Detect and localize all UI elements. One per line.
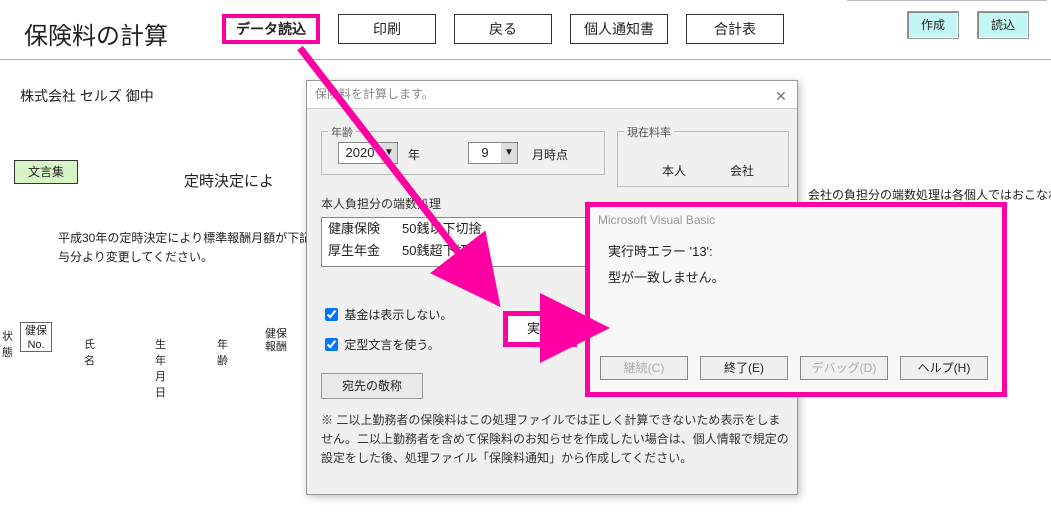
chevron-down-icon[interactable]: ▼ <box>501 143 517 163</box>
toolbar: データ読込 印刷 戻る 個人通知書 合計表 <box>222 14 784 44</box>
hide-fund-checkbox[interactable]: 基金は表示しない。 <box>321 305 452 324</box>
rate-col-self: 本人 <box>662 162 686 179</box>
total-table-button[interactable]: 合計表 <box>686 14 784 44</box>
chevron-down-icon[interactable]: ▼ <box>381 143 397 163</box>
col-name: 氏名 <box>84 336 95 368</box>
month-suffix: 月時点 <box>532 146 568 163</box>
col-age: 年齢 <box>217 336 228 368</box>
page-title: 保険料の計算 <box>24 16 168 51</box>
error-line1: 実行時エラー '13': <box>608 239 984 265</box>
list-item-key: 厚生年金 <box>322 240 402 262</box>
addressee-text: 株式会社 セルズ 御中 <box>20 86 154 106</box>
debug-button[interactable]: デバッグ(D) <box>800 356 888 380</box>
app-header: 保険料の計算 データ読込 印刷 戻る 個人通知書 合計表 作成 読込 <box>0 0 1051 60</box>
back-button[interactable]: 戻る <box>454 14 552 44</box>
col-birth: 生年月日 <box>155 336 166 400</box>
side-buttons: 作成 読込 <box>907 11 1029 39</box>
year-suffix: 年 <box>408 146 420 163</box>
help-button[interactable]: ヘルプ(H) <box>900 356 988 380</box>
month-dropdown[interactable]: 9 ▼ <box>468 142 518 164</box>
year-dropdown[interactable]: 2020 ▼ <box>338 142 398 164</box>
hide-fund-label: 基金は表示しない。 <box>344 308 452 322</box>
month-value: 9 <box>469 143 501 163</box>
execute-button[interactable]: 実行 <box>503 311 577 347</box>
message-prefix: 定時決定によ <box>184 170 274 191</box>
right-side-note: 会社の負担分の端数処理は各個人ではおこなれ <box>808 186 1051 203</box>
addressee-title-button[interactable]: 宛先の敬称 <box>321 373 423 399</box>
close-icon[interactable]: ✕ <box>769 83 793 107</box>
year-value: 2020 <box>339 143 381 163</box>
dialog-footnote: ※ 二以上勤務者の保険料はこの処理ファイルでは正しく計算できないため表示をしませ… <box>321 411 789 469</box>
use-template-checkbox[interactable]: 定型文言を使う。 <box>321 335 440 354</box>
year-group-label: 年齢 <box>328 124 356 140</box>
side-box: 作成 読込 <box>847 0 1047 46</box>
rate-group: 現在料率 本人 会社 <box>617 131 789 187</box>
list-item[interactable]: 厚生年金 50銭超下切捨 <box>322 240 604 262</box>
body-paragraph: 平成30年の定時決定により標準報酬月額が下記 与分より変更してください。 <box>58 229 311 267</box>
rate-col-company: 会社 <box>730 162 754 179</box>
error-line2: 型が一致しません。 <box>608 265 984 291</box>
rounding-listbox[interactable]: 健康保険 50銭以下切捨 厚生年金 50銭超下切捨 ▲ ▼ <box>321 217 605 267</box>
wordbook-button[interactable]: 文言集 <box>14 160 78 184</box>
year-group: 年齢 2020 ▼ 年 9 ▼ 月時点 <box>321 131 605 175</box>
error-body: 実行時エラー '13': 型が一致しません。 <box>590 233 1002 297</box>
use-template-input[interactable] <box>325 338 338 351</box>
error-buttons: 継続(C) 終了(E) デバッグ(D) ヘルプ(H) <box>600 356 988 380</box>
end-button[interactable]: 終了(E) <box>700 356 788 380</box>
dialog-title-text: 保険料を計算します。 <box>315 87 434 101</box>
rate-group-label: 現在料率 <box>624 124 674 140</box>
list-item[interactable]: 健康保険 50銭以下切捨 <box>322 218 604 240</box>
list-item-key: 健康保険 <box>322 218 402 240</box>
print-button[interactable]: 印刷 <box>338 14 436 44</box>
side-load-button[interactable]: 読込 <box>977 11 1029 39</box>
hide-fund-input[interactable] <box>325 308 338 321</box>
list-item-val: 50銭超下切捨 <box>402 240 604 262</box>
create-button[interactable]: 作成 <box>907 11 959 39</box>
rounding-label: 本人負担分の端数処理 <box>321 195 441 212</box>
load-data-button[interactable]: データ読込 <box>222 14 320 44</box>
personal-notice-button[interactable]: 個人通知書 <box>570 14 668 44</box>
list-item-val: 50銭以下切捨 <box>402 218 604 240</box>
col-kenpo-rem: 健保報酬 <box>262 328 290 354</box>
error-title: Microsoft Visual Basic <box>590 207 1002 233</box>
col-status: 状態 <box>2 328 13 360</box>
error-dialog: Microsoft Visual Basic 実行時エラー '13': 型が一致… <box>585 202 1007 397</box>
dialog-title: 保険料を計算します。 ✕ <box>307 81 797 109</box>
paragraph-line2: 与分より変更してください。 <box>58 250 213 264</box>
paragraph-line1: 平成30年の定時決定により標準報酬月額が下記 <box>58 231 311 245</box>
col-kenpo-no: 健保No. <box>20 322 52 352</box>
use-template-label: 定型文言を使う。 <box>344 338 439 352</box>
continue-button[interactable]: 継続(C) <box>600 356 688 380</box>
